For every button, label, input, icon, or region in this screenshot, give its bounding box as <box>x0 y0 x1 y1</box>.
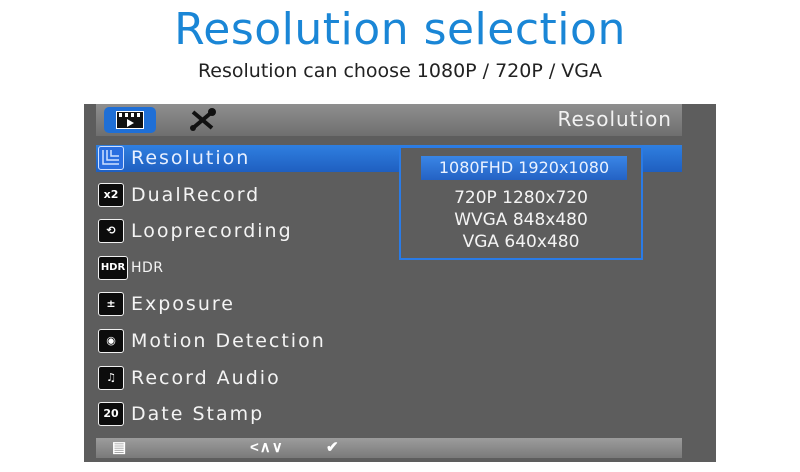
option-720p[interactable]: 720P 1280x720 <box>401 188 641 208</box>
ok-check-icon: ✔ <box>326 439 339 456</box>
navigation-arrows-icon: <∧∨ <box>250 439 284 456</box>
page-title: Resolution selection <box>174 4 626 55</box>
hdr-icon: HDR <box>98 255 128 280</box>
page-subtitle: Resolution can choose 1080P / 720P / VGA <box>197 60 603 82</box>
date-stamp-icon: 20 <box>98 402 124 427</box>
menu-item-label: Motion Detection <box>131 329 326 352</box>
motion-detection-icon: ◉ <box>98 328 124 353</box>
option-wvga[interactable]: WVGA 848x480 <box>401 210 641 230</box>
option-1080fhd[interactable]: 1080FHD 1920x1080 <box>421 156 627 180</box>
wrench-screwdriver-icon <box>188 108 218 139</box>
camera-menu-screen: Resolution Resolution x2 DualRecord ⟲ Lo… <box>84 104 716 462</box>
menu-item-hdr[interactable]: HDR HDR <box>96 255 682 293</box>
menu-item-date-stamp[interactable]: 20 Date Stamp <box>96 402 682 439</box>
clapperboard-icon <box>116 111 144 129</box>
menu-item-label: DualRecord <box>131 183 261 206</box>
menu-item-label: Exposure <box>131 293 235 316</box>
header-title: Resolution <box>557 107 672 131</box>
dual-record-icon: x2 <box>98 182 124 207</box>
menu-item-label: Record Audio <box>131 366 281 389</box>
menu-item-label: HDR <box>131 259 164 276</box>
video-tab[interactable] <box>104 107 156 133</box>
bottom-bar: ▤ <∧∨ ✔ <box>96 438 682 458</box>
resolution-icon <box>98 146 124 170</box>
menu-item-exposure[interactable]: ± Exposure <box>96 292 682 329</box>
resolution-dropdown: 1080FHD 1920x1080 720P 1280x720 WVGA 848… <box>399 146 643 260</box>
menu-item-record-audio[interactable]: ♫ Record Audio <box>96 365 682 403</box>
menu-item-label: Resolution <box>131 147 251 169</box>
menu-icon: ▤ <box>112 439 127 456</box>
record-audio-icon: ♫ <box>98 365 124 390</box>
option-vga[interactable]: VGA 640x480 <box>401 232 641 252</box>
loop-recording-icon: ⟲ <box>98 219 124 244</box>
top-bar: Resolution <box>96 104 682 136</box>
exposure-icon: ± <box>98 292 124 317</box>
tools-tab[interactable] <box>188 107 218 133</box>
menu-item-motion-detection[interactable]: ◉ Motion Detection <box>96 328 682 366</box>
menu-item-label: Date Stamp <box>131 403 265 426</box>
menu-item-label: Looprecording <box>131 220 293 243</box>
